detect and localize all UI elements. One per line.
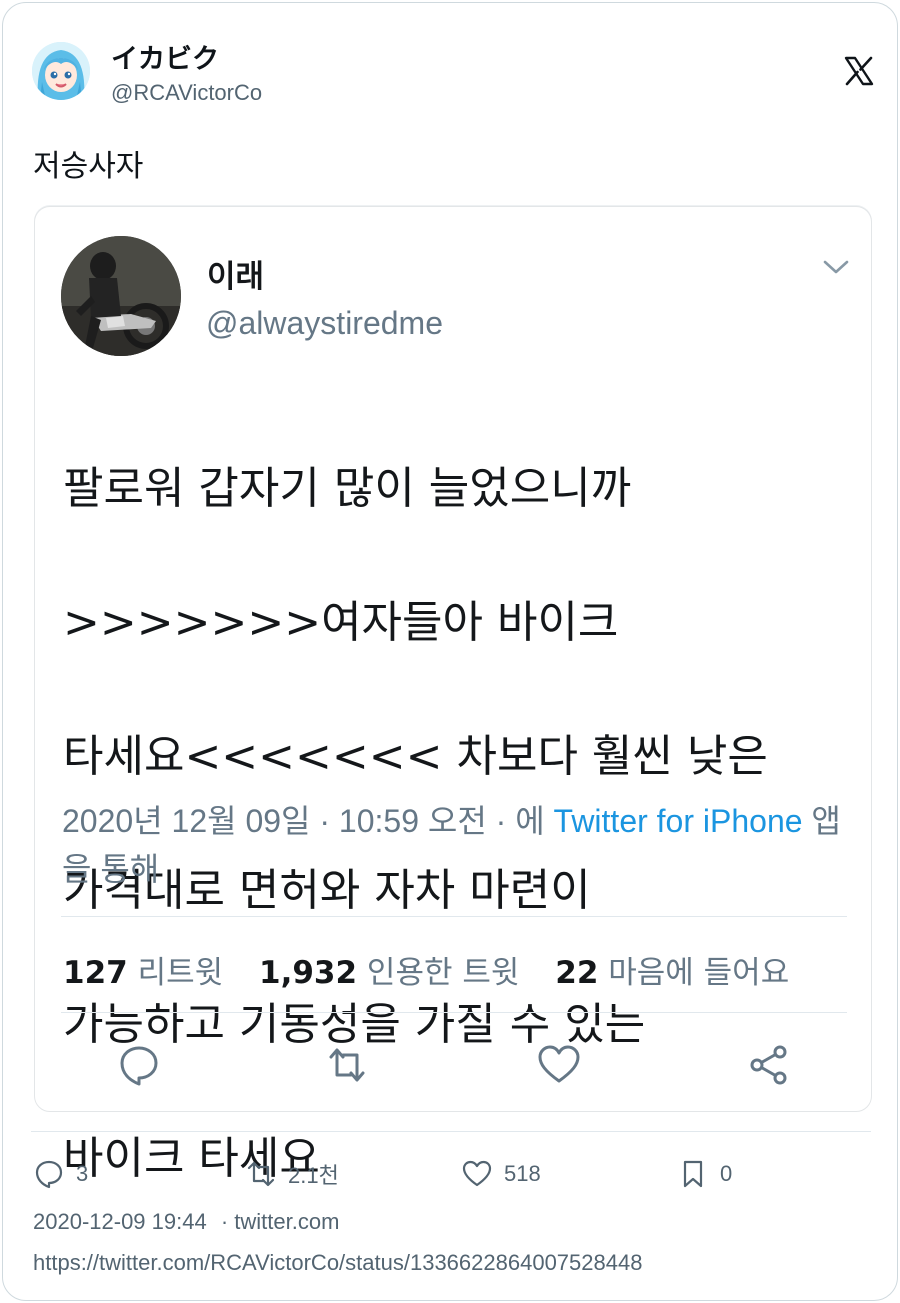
share-icon bbox=[750, 1045, 787, 1085]
divider bbox=[61, 1012, 847, 1013]
quoted-author-name: 이래 bbox=[207, 259, 265, 295]
reply-count: 3 bbox=[76, 1161, 89, 1186]
bookmark-button[interactable]: 0 bbox=[678, 1156, 732, 1192]
bookmark-icon bbox=[683, 1160, 703, 1188]
quoted-line: 가능하고 기동성을 가질 수 있는 bbox=[63, 999, 646, 1050]
tweet-card: イカビク @RCAVictorCo 저승사자 이래 @alwaystiredme bbox=[2, 2, 898, 1301]
retweet-icon bbox=[329, 1048, 365, 1082]
reply-icon bbox=[120, 1046, 158, 1086]
quote-count-stat: 1,932 인용한 트윗 bbox=[259, 955, 520, 991]
author-avatar[interactable] bbox=[32, 42, 90, 100]
source-domain[interactable]: · twitter.com bbox=[221, 1209, 340, 1234]
quoted-line: >>>>>>>여자들아 바이크 bbox=[63, 597, 619, 648]
like-count-stat: 22 마음에 들어요 bbox=[555, 955, 790, 991]
like-button[interactable]: 518 bbox=[462, 1156, 541, 1192]
retweet-count: 2.1천 bbox=[288, 1163, 339, 1188]
tweet-text: 저승사자 bbox=[33, 149, 144, 184]
retweet-icon bbox=[247, 1161, 275, 1187]
quoted-line: 팔로워 갑자기 많이 늘었으니까 bbox=[63, 463, 632, 514]
source-link: Twitter for iPhone bbox=[553, 803, 803, 839]
timestamp-text[interactable]: 2020-12-09 19:44 bbox=[33, 1209, 207, 1234]
retweet-button[interactable]: 2.1천 bbox=[246, 1156, 339, 1192]
x-logo-icon[interactable] bbox=[843, 55, 875, 87]
chevron-down-icon bbox=[823, 260, 849, 274]
tweet-timestamp: 2020-12-09 19:44 · twitter.com bbox=[33, 1209, 339, 1235]
author-handle[interactable]: @RCAVictorCo bbox=[111, 80, 262, 106]
like-count: 518 bbox=[504, 1161, 541, 1186]
reply-icon bbox=[35, 1160, 63, 1189]
tweet-url[interactable]: https://twitter.com/RCAVictorCo/status/1… bbox=[33, 1250, 642, 1276]
author-name[interactable]: イカビク bbox=[111, 37, 219, 76]
divider bbox=[31, 1131, 871, 1132]
heart-icon bbox=[538, 1045, 580, 1083]
quoted-timestamp: 2020년 12월 09일 · 10:59 오전 · 에 bbox=[62, 803, 554, 839]
quoted-line: 타세요<<<<<<< 차보다 훨씬 낮은 bbox=[63, 731, 768, 782]
divider bbox=[61, 916, 847, 917]
quoted-tweet-image[interactable]: 이래 @alwaystiredme 팔로워 갑자기 많이 늘었으니까 >>>>>… bbox=[34, 206, 872, 1184]
quoted-author-avatar bbox=[61, 236, 181, 356]
quoted-stats: 127 리트윗 1,932 인용한 트윗 22 마음에 들어요 bbox=[63, 947, 815, 992]
heart-icon bbox=[462, 1160, 492, 1187]
retweet-count-stat: 127 리트윗 bbox=[63, 955, 224, 991]
bookmark-count: 0 bbox=[720, 1161, 733, 1186]
quoted-tweet-meta: 2020년 12월 09일 · 10:59 오전 · 에 Twitter for… bbox=[62, 797, 842, 893]
reply-button[interactable]: 3 bbox=[34, 1156, 88, 1192]
quoted-author-handle: @alwaystiredme bbox=[206, 305, 443, 341]
